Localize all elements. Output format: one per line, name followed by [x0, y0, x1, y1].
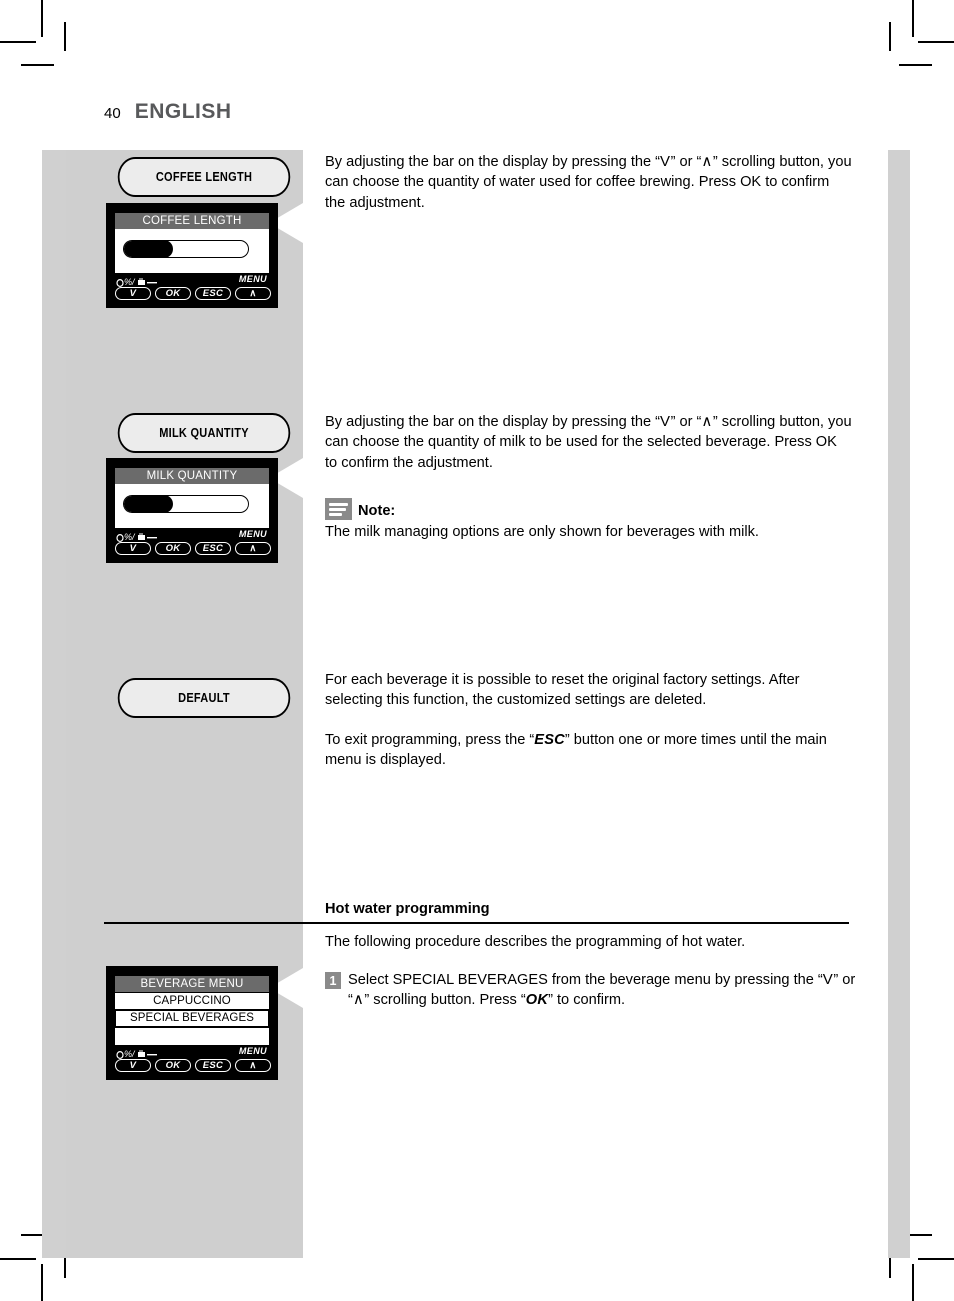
coffee-length-bar-track [123, 240, 249, 258]
display-screen-1: COFFEE LENGTH [115, 213, 269, 273]
machine-display-coffee-length: COFFEE LENGTH %/ MENU V OK ESC ∧ [106, 203, 278, 308]
key-esc-2[interactable]: ESC [195, 542, 231, 555]
key-esc-1[interactable]: ESC [195, 287, 231, 300]
note-body: The milk managing options are only shown… [325, 524, 759, 540]
display-screen-3: BEVERAGE MENU CAPPUCCINO SPECIAL BEVERAG… [115, 976, 269, 1045]
key-esc-3[interactable]: ESC [195, 1059, 231, 1072]
display-title-coffee-length: COFFEE LENGTH [115, 213, 269, 229]
key-down-1[interactable]: V [115, 287, 151, 300]
key-up-2[interactable]: ∧ [235, 542, 271, 555]
paragraph-coffee-length: By adjusting the bar on the display by p… [325, 152, 853, 213]
page-header: 40 ENGLISH [104, 100, 232, 124]
crop-mark-tl-h [0, 41, 36, 43]
crop-mark-bl-h [0, 1258, 36, 1260]
display-row-cappuccino[interactable]: CAPPUCCINO [115, 993, 269, 1009]
section-heading-hot-water: Hot water programming [325, 901, 490, 917]
menu-key-label-2: MENU [238, 529, 267, 539]
coffee-strength-icons-2: %/ [116, 532, 157, 542]
p3-part-a: To exit programming, press the “ [325, 732, 535, 748]
crop-mark-tr-v [912, 0, 914, 37]
key-ok-2[interactable]: OK [155, 542, 191, 555]
display-button-bar-2: %/ MENU V OK ESC ∧ [115, 529, 271, 558]
crop-mark-tl-v [41, 0, 43, 37]
machine-display-beverage-menu: BEVERAGE MENU CAPPUCCINO SPECIAL BEVERAG… [106, 966, 278, 1080]
machine-display-milk-quantity: MILK QUANTITY %/ MENU V OK ESC ∧ [106, 458, 278, 563]
crop-mark-bl-v [41, 1264, 43, 1301]
note-block-milk: Note: The milk managing options are only… [325, 498, 853, 542]
paragraph-exit-programming: To exit programming, press the “ESC” but… [325, 730, 853, 771]
p1-symbol-up: ∧ [701, 153, 713, 170]
key-ok-1[interactable]: OK [155, 287, 191, 300]
milk-quantity-bar-track [123, 495, 249, 513]
coffee-strength-icons: %/ [116, 277, 157, 287]
key-down-2[interactable]: V [115, 542, 151, 555]
section-heading-rule [104, 922, 849, 925]
p1-symbol-down: V [660, 153, 671, 170]
display-button-bar-1: %/ MENU V OK ESC ∧ [115, 274, 271, 303]
key-up-1[interactable]: ∧ [235, 287, 271, 300]
display-body-bar-1 [115, 229, 269, 273]
p2-symbol-up: ∧ [701, 413, 713, 430]
gray-margin-strip-right [888, 150, 910, 1258]
note-header: Note: [325, 498, 853, 520]
page-language-title: ENGLISH [134, 100, 232, 123]
display-keys-1: V OK ESC ∧ [115, 287, 271, 300]
crop-mark-tr2-v [889, 22, 891, 51]
key-up-3[interactable]: ∧ [235, 1059, 271, 1072]
s1-ok-symbol: OK [525, 992, 549, 1009]
p2-part-a: By adjusting the bar on the display by p… [325, 414, 661, 430]
p1-part-a: By adjusting the bar on the display by p… [325, 154, 661, 170]
s1-symbol-down: V [822, 971, 834, 988]
pill-default: DEFAULT [117, 678, 291, 718]
display-row-special-beverages[interactable]: SPECIAL BEVERAGES [115, 1010, 269, 1027]
s1-part-c: ” scrolling button. Press “ [364, 992, 526, 1009]
display-title-milk-quantity: MILK QUANTITY [115, 468, 269, 484]
milk-quantity-bar-fill [124, 496, 174, 512]
page-number: 40 [104, 105, 121, 122]
s1-part-d: ” to confirm. [548, 992, 626, 1009]
display-keys-3: V OK ESC ∧ [115, 1059, 271, 1072]
display-keys-2: V OK ESC ∧ [115, 542, 271, 555]
crop-mark-tl2-h [21, 64, 54, 66]
key-down-3[interactable]: V [115, 1059, 151, 1072]
s1-part-a: Select SPECIAL BEVERAGES from the bevera… [348, 972, 823, 988]
note-icon [325, 498, 352, 520]
pill-coffee-length-label: COFFEE LENGTH [155, 170, 253, 184]
key-ok-3[interactable]: OK [155, 1059, 191, 1072]
p2-symbol-down: V [660, 413, 671, 430]
pill-coffee-length: COFFEE LENGTH [117, 157, 291, 197]
menu-key-label-3: MENU [238, 1046, 267, 1056]
paragraph-hot-water-intro: The following procedure describes the pr… [325, 934, 746, 950]
display-body-bar-2 [115, 484, 269, 528]
pill-milk-quantity-label: MILK QUANTITY [159, 426, 249, 440]
crop-mark-br-h [918, 1258, 954, 1260]
svg-text:%/: %/ [124, 1049, 136, 1059]
crop-mark-tr-h [918, 41, 954, 43]
p3-esc-symbol: ESC [534, 732, 565, 748]
svg-text:%/: %/ [124, 532, 136, 542]
s1-symbol-up: ∧ [352, 991, 365, 1009]
display-button-bar-3: %/ MENU V OK ESC ∧ [115, 1046, 271, 1075]
display-screen-2: MILK QUANTITY [115, 468, 269, 528]
display-row-blank [115, 1028, 269, 1045]
coffee-strength-icons-3: %/ [116, 1049, 157, 1059]
crop-mark-tl2-v [64, 22, 66, 51]
p2-part-b: ” or “ [670, 414, 702, 430]
step-1: 1 Select SPECIAL BEVERAGES from the beve… [325, 970, 860, 1011]
note-title: Note: [358, 503, 396, 519]
gray-margin-strip-left [42, 150, 66, 1258]
step-1-number: 1 [325, 972, 341, 989]
paragraph-default: For each beverage it is possible to rese… [325, 672, 800, 709]
menu-key-label-1: MENU [238, 274, 267, 284]
step-1-text: Select SPECIAL BEVERAGES from the bevera… [348, 970, 860, 1011]
crop-mark-br-v [912, 1264, 914, 1301]
paragraph-milk-quantity: By adjusting the bar on the display by p… [325, 412, 853, 473]
svg-text:%/: %/ [124, 277, 136, 287]
display-title-beverage-menu: BEVERAGE MENU [115, 976, 269, 992]
crop-mark-tr2-h [899, 64, 932, 66]
pill-milk-quantity: MILK QUANTITY [117, 413, 291, 453]
p1-part-b: ” or “ [670, 154, 702, 170]
pill-default-label: DEFAULT [178, 691, 230, 705]
coffee-length-bar-fill [124, 241, 174, 257]
